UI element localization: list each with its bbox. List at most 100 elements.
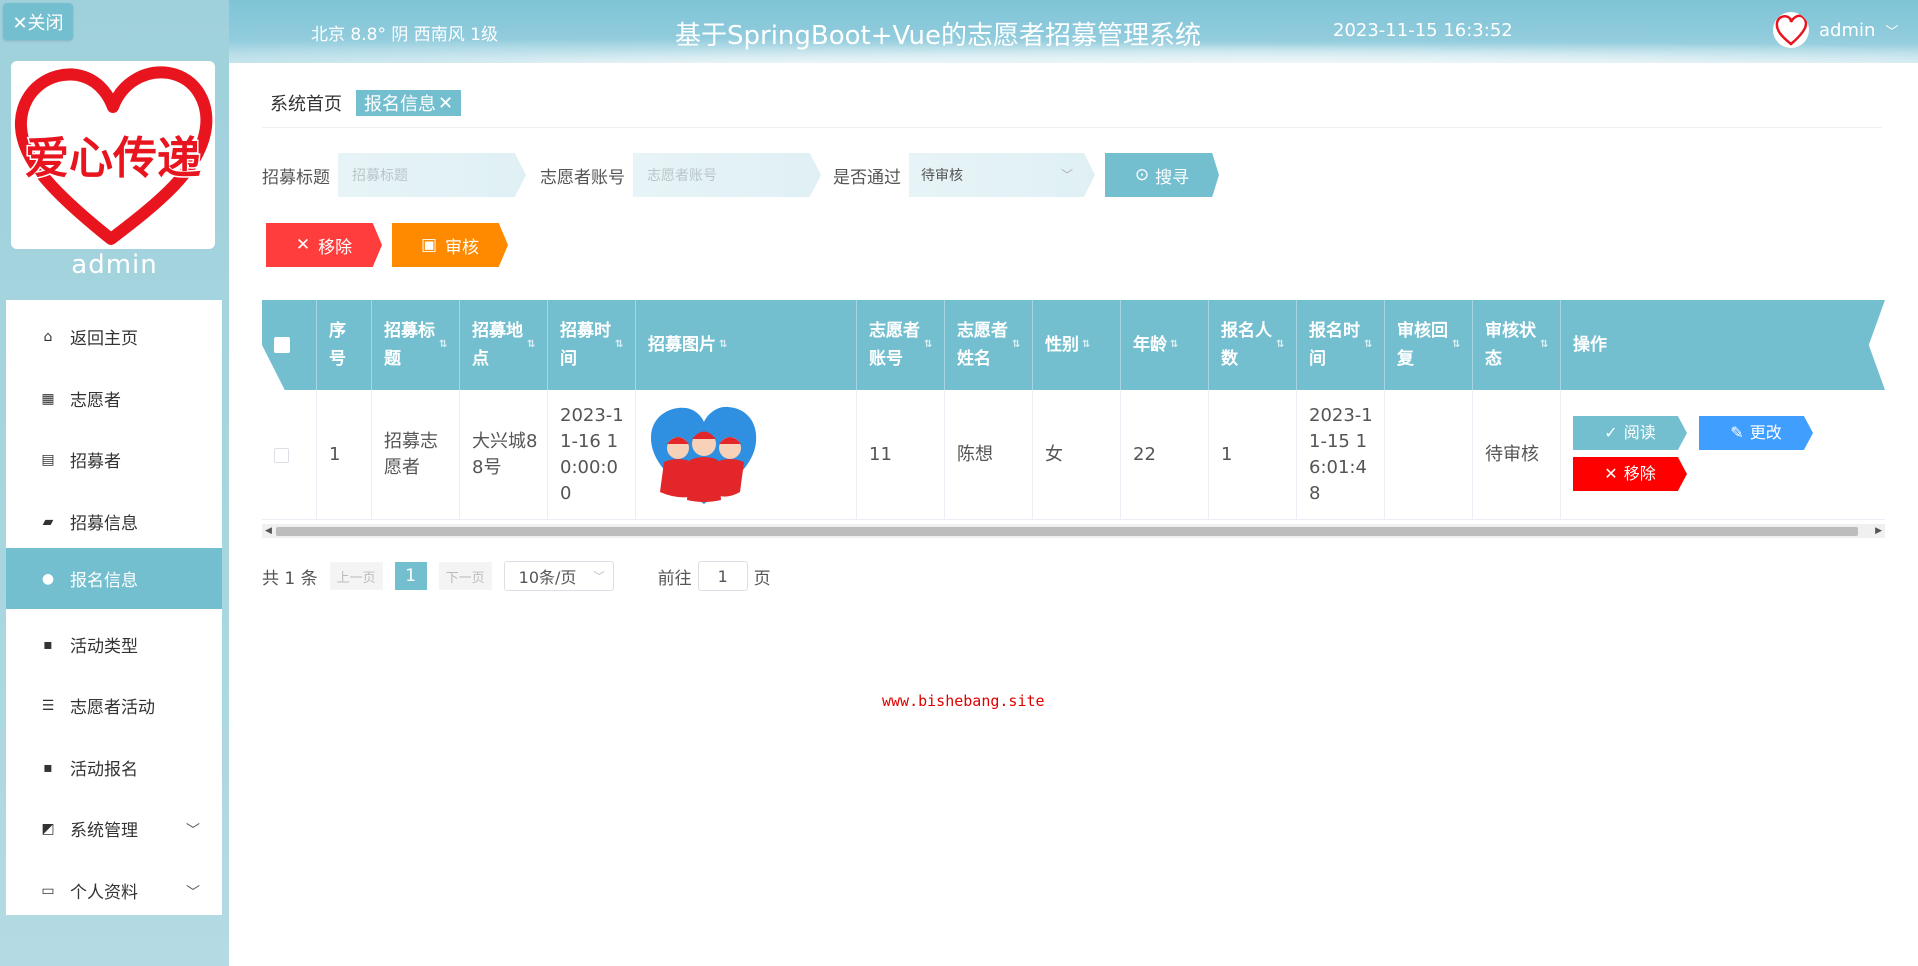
top-header: 北京 8.8° 阴 西南风 1级 基于SpringBoot+Vue的志愿者招募管… <box>229 0 1918 63</box>
page-size-value: 10条/页 <box>518 568 577 587</box>
close-sidebar-button[interactable]: ✕关闭 <box>3 3 73 40</box>
column-header[interactable]: 报名人数 ⇅ <box>1209 300 1297 390</box>
pass-filter-label: 是否通过 <box>833 167 901 188</box>
sidebar-item-label: 系统管理 <box>70 821 138 841</box>
sort-icon[interactable]: ⇅ <box>1012 331 1020 359</box>
prev-page-button[interactable]: 上一页 <box>329 562 383 590</box>
column-header[interactable]: 报名时间 ⇅ <box>1297 300 1385 390</box>
sidebar-item-label: 报名信息 <box>70 571 138 591</box>
edit-button[interactable]: ✎ 更改 <box>1699 416 1813 450</box>
scroll-right-icon[interactable]: ▶ <box>1875 524 1882 538</box>
pagination: 共 1 条 上一页 1 下一页 10条/页 ﹀ 前往 1 页 <box>262 561 771 591</box>
volunteers-image[interactable] <box>648 404 760 506</box>
row-account: 11 <box>857 390 945 520</box>
row-checkbox-cell[interactable] <box>262 390 317 520</box>
heart-logo-icon: 爱心传递 <box>14 66 213 245</box>
row-remove-button[interactable]: ✕ 移除 <box>1573 457 1687 491</box>
edit-button-label: 更改 <box>1749 423 1782 442</box>
sidebar-admin-name: admin <box>71 250 158 280</box>
column-header[interactable]: 志愿者账号 ⇅ <box>857 300 945 390</box>
heart-logo-icon <box>1775 14 1808 46</box>
logo-text: 爱心传递 <box>25 133 201 184</box>
sidebar-item-label: 招募信息 <box>70 514 138 534</box>
sort-icon[interactable]: ⇅ <box>1452 331 1460 359</box>
sort-icon[interactable]: ⇅ <box>1082 331 1090 359</box>
row-signup-time: 2023-11-15 16:01:48 <box>1297 390 1385 520</box>
sidebar-item-recruit-info[interactable]: ▰ 招募信息 <box>6 491 222 552</box>
pass-filter-select[interactable]: 待审核 ﹀ <box>909 153 1095 197</box>
scrollbar-thumb[interactable] <box>276 527 1858 536</box>
column-header[interactable]: 性别 ⇅ <box>1033 300 1121 390</box>
logo: 爱心传递 <box>11 61 215 249</box>
bulk-actions: ✕ 移除 ▣ 审核 <box>266 223 508 267</box>
select-all-checkbox-cell[interactable] <box>262 300 317 390</box>
sort-icon[interactable]: ⇅ <box>719 331 727 359</box>
sort-icon[interactable]: ⇅ <box>924 331 932 359</box>
select-all-checkbox[interactable] <box>274 337 290 353</box>
goto-page-input[interactable]: 1 <box>697 561 748 591</box>
column-header[interactable]: 招募标题 ⇅ <box>372 300 460 390</box>
divider <box>262 127 1882 128</box>
breadcrumb-current-label: 报名信息 <box>364 94 436 115</box>
sort-icon[interactable]: ⇅ <box>615 331 623 359</box>
column-header[interactable]: 审核回复 ⇅ <box>1385 300 1473 390</box>
user-menu[interactable]: admin ﹀ <box>1773 12 1898 48</box>
sort-icon[interactable]: ⇅ <box>439 331 447 359</box>
breadcrumb-home[interactable]: 系统首页 <box>262 88 342 118</box>
title-filter-input[interactable]: 招募标题 <box>338 153 526 197</box>
sidebar-item-volunteers[interactable]: ▦ 志愿者 <box>6 368 222 429</box>
header-username: admin <box>1819 19 1876 41</box>
sidebar-item-label: 个人资料 <box>70 883 138 903</box>
sidebar-item-system-management[interactable]: ◩ 系统管理 ﹀ <box>6 798 222 859</box>
sidebar-item-profile[interactable]: ▭ 个人资料 ﹀ <box>6 860 222 921</box>
app-root: ✕关闭 爱心传递 admin ⌂ 返回主页 ▦ 志愿者 ▤ 招募者 ▰ 招募信息… <box>0 0 1918 966</box>
next-page-button[interactable]: 下一页 <box>438 562 492 590</box>
breadcrumb-current-tag[interactable]: 报名信息 ✕ <box>356 90 462 116</box>
edit-icon: ✎ <box>1730 423 1744 442</box>
account-filter-input[interactable]: 志愿者账号 <box>633 153 821 197</box>
search-button[interactable]: ⊙ 搜寻 <box>1105 153 1219 197</box>
sort-icon[interactable]: ⇅ <box>527 331 535 359</box>
sidebar-item-volunteer-activities[interactable]: ☰ 志愿者活动 <box>6 675 222 736</box>
sort-icon[interactable]: ⇅ <box>1276 331 1284 359</box>
home-icon: ⌂ <box>43 328 53 345</box>
page-size-select[interactable]: 10条/页 ﹀ <box>503 561 614 591</box>
signup-table: 序号 招募标题 ⇅ 招募地点 ⇅ 招募时间 ⇅ 招募图片 ⇅ 志愿者账号 ⇅ 志愿者姓名 ⇅… <box>262 300 1885 710</box>
column-header[interactable]: 审核状态 ⇅ <box>1473 300 1561 390</box>
row-status: 待审核 <box>1473 390 1561 520</box>
sort-icon[interactable]: ⇅ <box>1364 331 1372 359</box>
sliders-icon: ☰ <box>41 697 55 714</box>
sidebar-item-home[interactable]: ⌂ 返回主页 <box>6 306 222 367</box>
row-checkbox[interactable] <box>274 447 289 463</box>
row-age: 22 <box>1121 390 1209 520</box>
sidebar-item-activity-signup[interactable]: ▪ 活动报名 <box>6 737 222 798</box>
sidebar-item-signup-info[interactable]: ● 报名信息 <box>6 548 222 609</box>
close-icon[interactable]: ✕ <box>438 93 453 114</box>
row-reply <box>1385 390 1473 520</box>
scroll-left-icon[interactable]: ◀ <box>265 524 272 538</box>
user-icon: ● <box>41 570 55 587</box>
bulk-remove-button[interactable]: ✕ 移除 <box>266 223 382 267</box>
chevron-down-icon: ﹀ <box>1885 24 1899 40</box>
system-title: 基于SpringBoot+Vue的志愿者招募管理系统 <box>675 21 1202 51</box>
close-label: ✕关闭 <box>12 12 64 34</box>
page-number-current[interactable]: 1 <box>394 562 427 590</box>
table-header: 序号 招募标题 ⇅ 招募地点 ⇅ 招募时间 ⇅ 招募图片 ⇅ 志愿者账号 ⇅ 志愿者姓名 ⇅… <box>262 300 1885 390</box>
sort-icon[interactable]: ⇅ <box>1170 331 1178 359</box>
sort-icon[interactable]: ⇅ <box>1540 331 1548 359</box>
sidebar-item-label: 活动报名 <box>70 760 138 780</box>
sidebar-item-recruiters[interactable]: ▤ 招募者 <box>6 429 222 490</box>
sidebar-item-activity-types[interactable]: ▪ 活动类型 <box>6 614 222 675</box>
bulk-audit-button[interactable]: ▣ 审核 <box>392 223 508 267</box>
read-button[interactable]: ✓ 阅读 <box>1573 416 1687 450</box>
row-gender: 女 <box>1033 390 1121 520</box>
avatar <box>1773 12 1809 48</box>
column-header[interactable]: 年龄 ⇅ <box>1121 300 1209 390</box>
row-count: 1 <box>1209 390 1297 520</box>
column-header[interactable]: 招募图片 ⇅ <box>636 300 857 390</box>
column-header[interactable]: 招募地点 ⇅ <box>460 300 548 390</box>
table-horizontal-scrollbar[interactable]: ◀ ▶ <box>262 524 1885 538</box>
column-header[interactable]: 序号 <box>317 300 372 390</box>
column-header[interactable]: 招募时间 ⇅ <box>548 300 636 390</box>
column-header[interactable]: 志愿者姓名 ⇅ <box>945 300 1033 390</box>
